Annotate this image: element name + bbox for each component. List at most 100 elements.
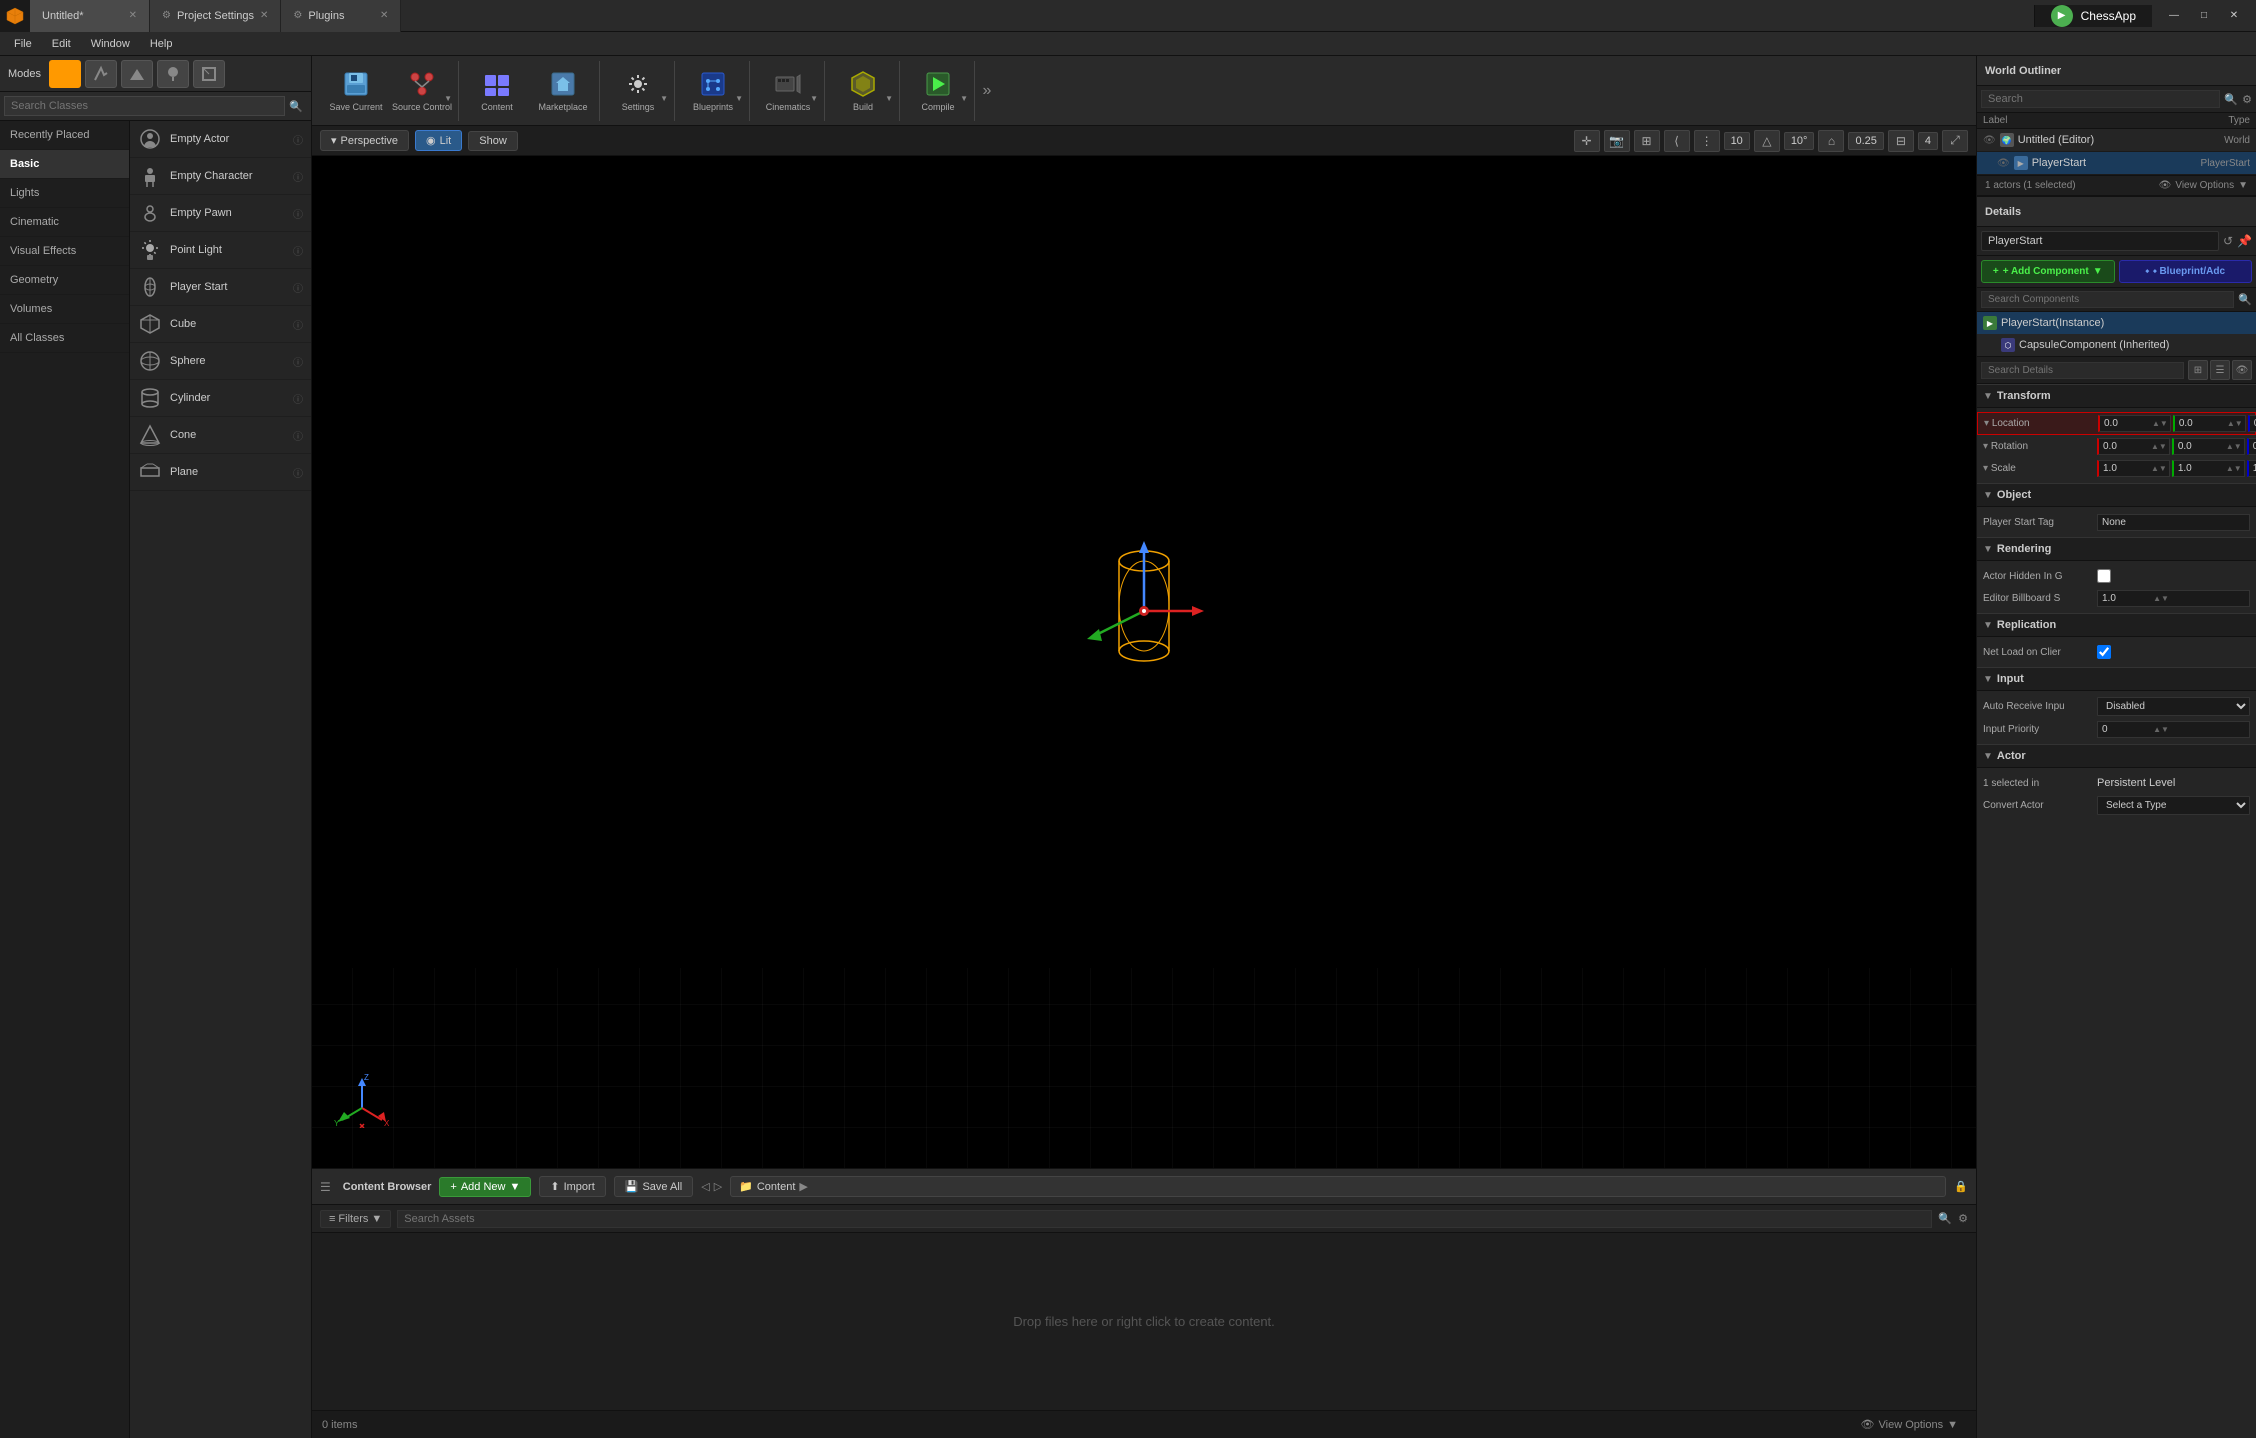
wo-item-playerstart[interactable]: 👁 ▶ PlayerStart PlayerStart xyxy=(1977,152,2256,175)
list-item[interactable]: Cylinder ⓘ xyxy=(130,380,311,417)
list-item[interactable]: Plane ⓘ xyxy=(130,454,311,491)
add-new-button[interactable]: + Add New ▼ xyxy=(439,1177,531,1197)
show-button[interactable]: Show xyxy=(468,131,518,151)
rotation-dropdown-icon[interactable]: ▾ xyxy=(1983,441,1991,452)
tab-plugins[interactable]: ⚙ Plugins ✕ xyxy=(281,0,401,32)
menu-window[interactable]: Window xyxy=(81,32,140,56)
minimize-button[interactable]: — xyxy=(2160,6,2188,26)
menu-help[interactable]: Help xyxy=(140,32,183,56)
input-priority-input[interactable] xyxy=(2098,722,2148,737)
angle-snap-tool[interactable]: △ xyxy=(1754,130,1780,152)
location-x-input[interactable] xyxy=(2100,416,2150,431)
rotation-y-input[interactable] xyxy=(2174,439,2224,454)
scale-snap-tool[interactable]: ⌂ xyxy=(1818,130,1844,152)
category-visual-effects[interactable]: Visual Effects xyxy=(0,237,129,266)
screen-count-tool[interactable]: ⊟ xyxy=(1888,130,1914,152)
editor-billboard-input[interactable] xyxy=(2098,591,2148,606)
scale-y-input[interactable] xyxy=(2174,461,2224,476)
category-volumes[interactable]: Volumes xyxy=(0,295,129,324)
cb-view-options-button[interactable]: 👁 View Options ▼ xyxy=(1853,1416,1966,1433)
actor-hidden-checkbox[interactable] xyxy=(2097,569,2111,583)
mode-paint-button[interactable] xyxy=(85,60,117,88)
marketplace-button[interactable]: Marketplace xyxy=(531,63,595,119)
replication-section-header[interactable]: ▼ Replication xyxy=(1977,613,2256,637)
list-item[interactable]: Point Light ⓘ xyxy=(130,232,311,269)
cinematics-button[interactable]: Cinematics ▼ xyxy=(756,63,820,119)
location-x-spin-icon[interactable]: ▲▼ xyxy=(2150,419,2170,428)
maximize-button[interactable]: □ xyxy=(2190,6,2218,26)
category-lights[interactable]: Lights xyxy=(0,179,129,208)
wo-search-input[interactable] xyxy=(1981,90,2220,108)
cb-back-icon[interactable]: ◁ xyxy=(701,1180,709,1193)
rotation-x-input[interactable] xyxy=(2099,439,2149,454)
list-item[interactable]: Player Start ⓘ xyxy=(130,269,311,306)
cb-search-input[interactable] xyxy=(397,1210,1932,1228)
tab-close-3-icon[interactable]: ✕ xyxy=(380,10,388,21)
mode-geometry-button[interactable] xyxy=(193,60,225,88)
build-button[interactable]: Build ▼ xyxy=(831,63,895,119)
cb-filter-button[interactable]: ≡ Filters ▼ xyxy=(320,1210,391,1228)
details-grid-view-button[interactable]: ⊞ xyxy=(2188,360,2208,380)
list-item[interactable]: Cube ⓘ xyxy=(130,306,311,343)
net-load-checkbox[interactable] xyxy=(2097,645,2111,659)
tab-untitled[interactable]: Untitled* ✕ xyxy=(30,0,150,32)
translate-tool[interactable]: ✛ xyxy=(1574,130,1600,152)
location-z-input[interactable] xyxy=(2250,416,2256,431)
category-all-classes[interactable]: All Classes xyxy=(0,324,129,353)
grid-tool[interactable]: ⊞ xyxy=(1634,130,1660,152)
save-current-button[interactable]: Save Current xyxy=(324,63,388,119)
list-item[interactable]: Empty Pawn ⓘ xyxy=(130,195,311,232)
mode-landscape-button[interactable] xyxy=(121,60,153,88)
scale-z-input[interactable] xyxy=(2249,461,2256,476)
snap-tool[interactable]: ⟨ xyxy=(1664,130,1690,152)
tab-project-settings[interactable]: ⚙ Project Settings ✕ xyxy=(150,0,281,32)
maximize-viewport-tool[interactable]: ⤢ xyxy=(1942,130,1968,152)
editor-billboard-spin-icon[interactable]: ▲▼ xyxy=(2151,594,2171,603)
comp-search-input[interactable] xyxy=(1981,291,2234,308)
details-search-input[interactable] xyxy=(1981,362,2184,379)
rendering-section-header[interactable]: ▼ Rendering xyxy=(1977,537,2256,561)
comp-item-playerstart[interactable]: ▶ PlayerStart(Instance) xyxy=(1977,312,2256,334)
camera-tool[interactable]: 📷 xyxy=(1604,130,1630,152)
category-geometry[interactable]: Geometry xyxy=(0,266,129,295)
list-item[interactable]: Empty Actor ⓘ xyxy=(130,121,311,158)
actor-name-input[interactable] xyxy=(1981,231,2219,251)
list-item[interactable]: Cone ⓘ xyxy=(130,417,311,454)
scale-x-input[interactable] xyxy=(2099,461,2149,476)
rotation-y-spin-icon[interactable]: ▲▼ xyxy=(2224,442,2244,451)
settings-button[interactable]: Settings ▼ xyxy=(606,63,670,119)
player-start-tag-input[interactable] xyxy=(2097,514,2250,531)
tab-close-icon[interactable]: ✕ xyxy=(129,10,137,21)
details-filter-button[interactable]: 👁 xyxy=(2232,360,2252,380)
category-cinematic[interactable]: Cinematic xyxy=(0,208,129,237)
toolbar-expand-button[interactable]: » xyxy=(977,63,997,119)
details-list-view-button[interactable]: ☰ xyxy=(2210,360,2230,380)
add-component-button[interactable]: + + Add Component ▼ xyxy=(1981,260,2115,283)
wo-settings-icon[interactable]: ⚙ xyxy=(2242,93,2252,106)
scale-y-spin-icon[interactable]: ▲▼ xyxy=(2224,464,2244,473)
menu-edit[interactable]: Edit xyxy=(42,32,81,56)
menu-file[interactable]: File xyxy=(4,32,42,56)
blueprints-button[interactable]: Blueprints ▼ xyxy=(681,63,745,119)
search-classes-input[interactable] xyxy=(4,96,285,116)
scale-dropdown-icon[interactable]: ▾ xyxy=(1983,463,1991,474)
comp-item-capsule[interactable]: ⬡ CapsuleComponent (Inherited) xyxy=(1977,334,2256,356)
content-path[interactable]: 📁 Content ▶ xyxy=(730,1176,1946,1197)
mode-foliage-button[interactable] xyxy=(157,60,189,88)
content-button[interactable]: Content xyxy=(465,63,529,119)
actor-reset-icon[interactable]: ↺ xyxy=(2223,234,2233,248)
wo-item-untitled[interactable]: 👁 🌍 Untitled (Editor) World xyxy=(1977,129,2256,152)
grid-snap-tool[interactable]: ⋮ xyxy=(1694,130,1720,152)
lit-button[interactable]: ◉ Lit xyxy=(415,130,462,151)
rotation-z-input[interactable] xyxy=(2249,439,2256,454)
blueprint-button[interactable]: ⬩ ⬩ Blueprint/Adc xyxy=(2119,260,2253,283)
location-y-input[interactable] xyxy=(2175,416,2225,431)
rotation-x-spin-icon[interactable]: ▲▼ xyxy=(2149,442,2169,451)
category-basic[interactable]: Basic xyxy=(0,150,129,179)
convert-actor-dropdown[interactable]: Select a Type xyxy=(2097,796,2250,815)
mode-place-button[interactable] xyxy=(49,60,81,88)
actor-save-icon[interactable]: 📌 xyxy=(2237,234,2252,248)
object-section-header[interactable]: ▼ Object xyxy=(1977,483,2256,507)
auto-receive-dropdown[interactable]: Disabled xyxy=(2097,697,2250,716)
input-priority-spin-icon[interactable]: ▲▼ xyxy=(2151,725,2171,734)
